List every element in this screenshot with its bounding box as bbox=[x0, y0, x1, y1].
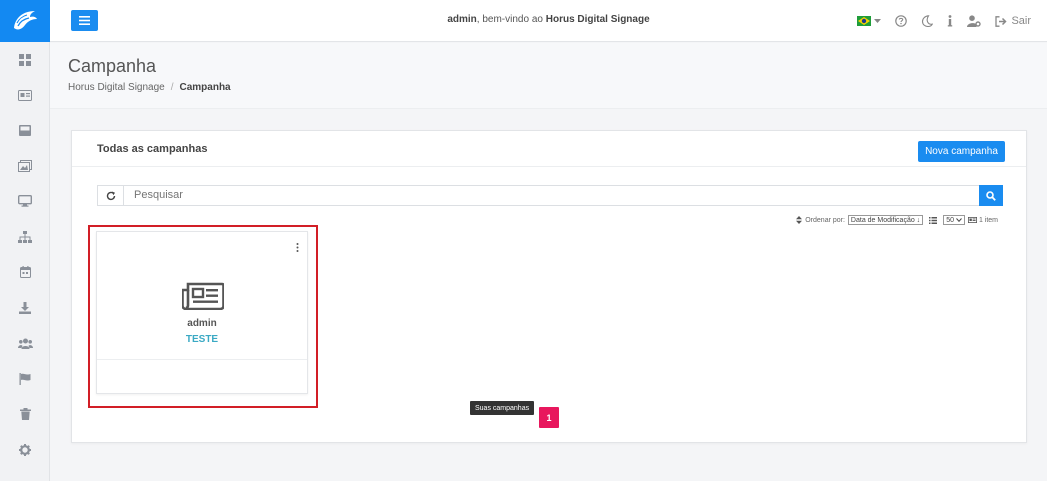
card-title: Todas as campanhas bbox=[97, 143, 208, 155]
sidebar-item-download[interactable] bbox=[0, 296, 50, 320]
language-selector[interactable] bbox=[857, 12, 882, 30]
search-input[interactable] bbox=[134, 189, 934, 201]
campaigns-card: Todas as campanhas Nova campanha Ordenar… bbox=[71, 130, 1027, 443]
monitor-icon bbox=[18, 195, 32, 207]
sidebar-item-layout[interactable] bbox=[0, 118, 50, 142]
refresh-button[interactable] bbox=[98, 186, 124, 205]
campaign-card[interactable]: admin TESTE bbox=[96, 231, 308, 394]
sidebar-item-media[interactable] bbox=[0, 83, 50, 107]
vertical-dots-icon bbox=[296, 243, 299, 252]
pagination-page-1[interactable]: 1 bbox=[539, 407, 559, 428]
card-header: Todas as campanhas Nova campanha bbox=[72, 131, 1026, 167]
new-campaign-button[interactable]: Nova campanha bbox=[918, 141, 1005, 162]
campaign-card-footer bbox=[97, 359, 307, 393]
breadcrumb-home[interactable]: Horus Digital Signage bbox=[68, 82, 165, 93]
newspaper-icon bbox=[181, 282, 225, 311]
app-name: Horus Digital Signage bbox=[545, 14, 650, 25]
search-button[interactable] bbox=[979, 185, 1003, 206]
logout-button[interactable]: Sair bbox=[995, 12, 1031, 30]
sort-label: Ordenar por: bbox=[805, 216, 845, 224]
calendar-icon bbox=[19, 266, 31, 278]
sidebar-item-sitemap[interactable] bbox=[0, 225, 50, 249]
moon-icon bbox=[922, 15, 934, 27]
page-size-value: 50 bbox=[946, 216, 954, 224]
campaign-name[interactable]: TESTE bbox=[97, 334, 307, 345]
search-icon bbox=[986, 190, 996, 201]
brazil-flag-icon bbox=[857, 16, 872, 26]
dashboard-icon bbox=[19, 54, 31, 66]
caret-down-icon bbox=[874, 18, 882, 23]
welcome-text: , bem-vindo ao bbox=[476, 14, 546, 25]
media-icon bbox=[18, 89, 32, 101]
item-count-icon bbox=[967, 217, 977, 223]
breadcrumb: Horus Digital Signage / Campanha bbox=[68, 82, 231, 93]
sidebar-item-monitor[interactable] bbox=[0, 189, 50, 213]
campaign-owner: admin bbox=[187, 318, 217, 329]
sort-select[interactable]: Data de Modificação ↓ bbox=[847, 215, 924, 225]
sidebar-item-settings[interactable] bbox=[0, 438, 50, 462]
pagination-tooltip: Suas campanhas bbox=[470, 401, 535, 415]
settings-icon bbox=[19, 444, 31, 456]
sort-icon bbox=[796, 216, 803, 224]
flag-icon bbox=[19, 373, 31, 385]
page-header: Campanha Horus Digital Signage / Campanha bbox=[50, 43, 1047, 109]
sidebar bbox=[0, 0, 50, 481]
sidebar-item-dashboard[interactable] bbox=[0, 48, 50, 72]
campaign-options-button[interactable] bbox=[296, 243, 299, 253]
sitemap-icon bbox=[18, 231, 32, 243]
search-bar bbox=[97, 185, 1003, 206]
layout-icon bbox=[19, 124, 31, 136]
welcome-user: admin bbox=[447, 14, 477, 25]
sidebar-item-flag[interactable] bbox=[0, 367, 50, 391]
sort-controls: Ordenar por: Data de Modificação ↓ 50 1 … bbox=[793, 214, 998, 226]
gallery-icon bbox=[18, 160, 32, 172]
campaign-thumbnail bbox=[181, 282, 225, 315]
user-cog-icon bbox=[967, 15, 982, 27]
users-icon bbox=[17, 338, 33, 349]
list-icon bbox=[929, 216, 938, 224]
page-title: Campanha bbox=[68, 56, 157, 76]
app-logo[interactable] bbox=[0, 0, 50, 42]
dark-mode-toggle[interactable] bbox=[921, 12, 934, 30]
sort-value: Data de Modificação ↓ bbox=[850, 216, 921, 224]
chevron-down-icon bbox=[956, 218, 962, 222]
help-circle-icon bbox=[895, 15, 908, 27]
page-size-select[interactable]: 50 bbox=[943, 215, 965, 225]
sidebar-item-gallery[interactable] bbox=[0, 154, 50, 178]
item-count: 1 item bbox=[978, 216, 998, 224]
sidebar-item-users[interactable] bbox=[0, 331, 50, 355]
logout-label: Sair bbox=[1011, 15, 1031, 27]
trash-icon bbox=[19, 408, 31, 420]
sign-out-icon bbox=[995, 15, 1007, 27]
info-icon bbox=[948, 15, 953, 27]
top-bar: admin, bem-vindo ao Horus Digital Signag… bbox=[50, 0, 1047, 42]
breadcrumb-separator: / bbox=[170, 82, 174, 93]
info-button[interactable] bbox=[947, 12, 953, 30]
sidebar-item-calendar[interactable] bbox=[0, 260, 50, 284]
eagle-logo-icon bbox=[14, 11, 37, 30]
user-settings-button[interactable] bbox=[967, 12, 982, 30]
top-actions: Sair bbox=[843, 12, 1031, 30]
help-button[interactable] bbox=[895, 12, 908, 30]
refresh-icon bbox=[106, 191, 115, 200]
download-icon bbox=[19, 302, 31, 314]
breadcrumb-current: Campanha bbox=[179, 82, 231, 93]
sidebar-item-trash[interactable] bbox=[0, 402, 50, 426]
